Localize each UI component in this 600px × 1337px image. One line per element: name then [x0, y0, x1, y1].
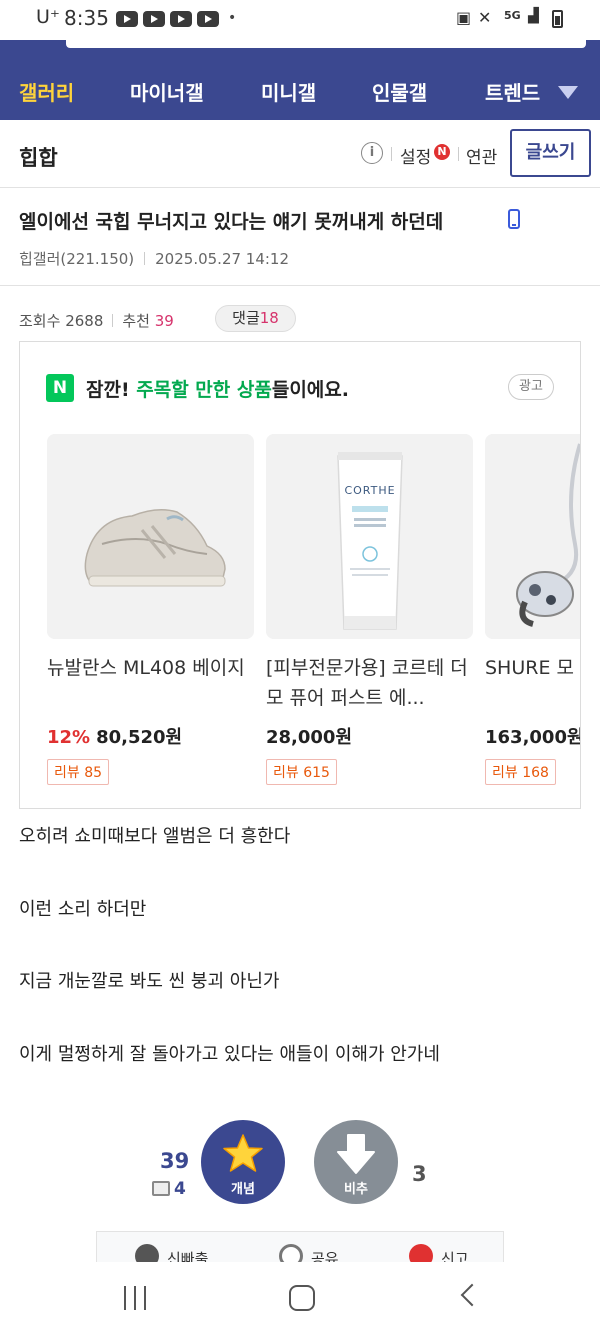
product-image[interactable]	[47, 434, 254, 639]
product-name[interactable]: [피부전문가용] 코르테 더모 퓨어 퍼스트 에...	[266, 653, 473, 713]
board-title[interactable]: 힙합	[19, 142, 58, 172]
product-price: 163,000원	[485, 723, 581, 749]
lotion-tube-image: CORTHE	[266, 434, 473, 639]
nav-item-minor-gallery[interactable]: 마이너갤	[130, 77, 204, 106]
ad-box: N 잠깐! 주목할 만한 상품들이에요. 광고 뉴발란스 ML408 베이지 1…	[19, 341, 581, 809]
post-body-line: 지금 개눈깔로 봐도 씬 붕괴 아닌가	[19, 971, 280, 992]
divider	[144, 252, 146, 265]
price-value: 28,000원	[266, 727, 353, 748]
post-body-line: 이게 멀쩡하게 잘 돌아가고 있다는 애들이 이해가 안가네	[19, 1044, 440, 1065]
post-body-line: 오히려 쇼미때보다 앨범은 더 흥한다	[19, 826, 291, 847]
recommend-label: 추천	[122, 312, 150, 330]
views-count: 2688	[65, 312, 104, 330]
mute-icon: ✕	[478, 8, 492, 27]
product-price: 12% 80,520원	[47, 723, 254, 749]
earphone-image	[485, 434, 580, 639]
divider	[458, 147, 459, 161]
review-count: 리뷰 615	[266, 759, 337, 785]
nav-item-gallery[interactable]: 갤러리	[19, 77, 74, 106]
sneaker-image	[47, 434, 254, 639]
upvote-count: 39	[160, 1149, 190, 1173]
post-meta: 힙갤러(221.150) 2025.05.27 14:12	[19, 248, 289, 269]
ad-headline-prefix: 잠깐!	[86, 379, 137, 401]
youtube-notification-icon	[170, 11, 192, 27]
comments-button[interactable]: 댓글18	[215, 305, 296, 332]
clock: 8:35	[64, 6, 109, 30]
more-notifications-dot: •	[228, 10, 237, 26]
write-button[interactable]: 글쓰기	[510, 129, 591, 177]
network-type: 5G	[504, 9, 521, 22]
settings-link[interactable]: 설정	[400, 143, 431, 168]
search-strip	[0, 40, 600, 62]
info-icon[interactable]: i	[361, 142, 383, 164]
gallery-nav: 갤러리 마이너갤 미니갤 인물갤 트렌드	[0, 62, 600, 120]
product-price: 28,000원	[266, 723, 473, 749]
product-card[interactable]: 뉴발란스 ML408 베이지 12% 80,520원 리뷰 85	[47, 434, 254, 785]
signal-icon: ▟	[528, 8, 539, 24]
fixed-user-icon	[152, 1181, 170, 1196]
ad-headline-suffix: 들이에요.	[271, 379, 349, 401]
product-card[interactable]: SHURE 모 폰 SE215 - 163,000원 리뷰 168	[485, 434, 581, 785]
price-value: 163,000원	[485, 727, 581, 748]
new-badge: N	[434, 144, 450, 160]
author-name[interactable]: 힙갤러(221.150)	[19, 250, 134, 268]
divider	[391, 147, 392, 161]
post-stats: 조회수 2688 추천 39	[19, 310, 174, 331]
system-navigation-bar	[0, 1262, 600, 1337]
product-card[interactable]: CORTHE [피부전문가용] 코르테 더모 퓨어 퍼스트 에... 28,00…	[266, 434, 473, 785]
down-arrow-icon	[337, 1134, 375, 1174]
product-name[interactable]: 뉴발란스 ML408 베이지	[47, 653, 254, 713]
nav-item-trend[interactable]: 트렌드	[485, 77, 540, 106]
recommend-count: 39	[154, 312, 174, 330]
youtube-notification-icon	[197, 11, 219, 27]
product-image[interactable]	[485, 434, 580, 639]
carrier-label: U⁺	[36, 6, 60, 28]
discount-rate: 12%	[47, 727, 91, 748]
star-icon	[223, 1134, 263, 1172]
ad-tag[interactable]: 광고	[508, 374, 554, 400]
downvote-button[interactable]: 비추	[314, 1120, 398, 1204]
board-header: 힙합 i 설정 N 연관 글쓰기	[0, 120, 600, 188]
related-link[interactable]: 연관	[466, 143, 497, 168]
home-icon[interactable]	[289, 1285, 315, 1311]
downvote-label: 비추	[344, 1182, 368, 1197]
product-brand-text: CORTHE	[344, 484, 395, 497]
upvote-label: 개념	[231, 1182, 255, 1197]
youtube-notification-icon	[143, 11, 165, 27]
upvote-button[interactable]: 개념	[201, 1120, 285, 1204]
review-count: 리뷰 85	[47, 759, 110, 785]
fixed-upvote-count: 4	[152, 1179, 186, 1199]
battery-saver-icon: ▣	[456, 8, 472, 27]
product-image[interactable]: CORTHE	[266, 434, 473, 639]
divider	[0, 285, 600, 286]
youtube-notification-icon	[116, 11, 138, 27]
post-body-line: 이런 소리 하더만	[19, 899, 147, 920]
review-count: 리뷰 168	[485, 759, 556, 785]
naver-logo-icon: N	[46, 374, 74, 402]
search-input[interactable]	[66, 40, 586, 48]
views-label: 조회수	[19, 312, 61, 330]
comments-label: 댓글	[232, 309, 260, 327]
post-datetime: 2025.05.27 14:12	[155, 250, 290, 268]
comments-count: 18	[259, 309, 279, 327]
product-name[interactable]: SHURE 모 폰 SE215 -	[485, 653, 580, 713]
ad-headline-highlight: 주목할 만한 상품	[136, 379, 272, 401]
battery-icon	[552, 10, 563, 28]
price-value: 80,520원	[96, 727, 183, 748]
nav-item-mini-gallery[interactable]: 미니갤	[261, 77, 316, 106]
mobile-icon	[508, 209, 520, 229]
downvote-count: 3	[412, 1162, 427, 1186]
status-bar: U⁺ 8:35 • ▣ ✕ 5G ▟	[0, 0, 600, 40]
post-title: 엘이에선 국힙 무너지고 있다는 얘기 못꺼내게 하던데	[19, 211, 444, 233]
recent-apps-icon[interactable]	[122, 1286, 148, 1310]
divider	[112, 314, 114, 327]
back-icon[interactable]	[460, 1283, 484, 1307]
triangle-down-icon[interactable]	[558, 86, 578, 99]
ad-headline: 잠깐! 주목할 만한 상품들이에요.	[86, 375, 349, 402]
fixed-count-value: 4	[174, 1179, 186, 1199]
nav-item-person-gallery[interactable]: 인물갤	[372, 77, 427, 106]
